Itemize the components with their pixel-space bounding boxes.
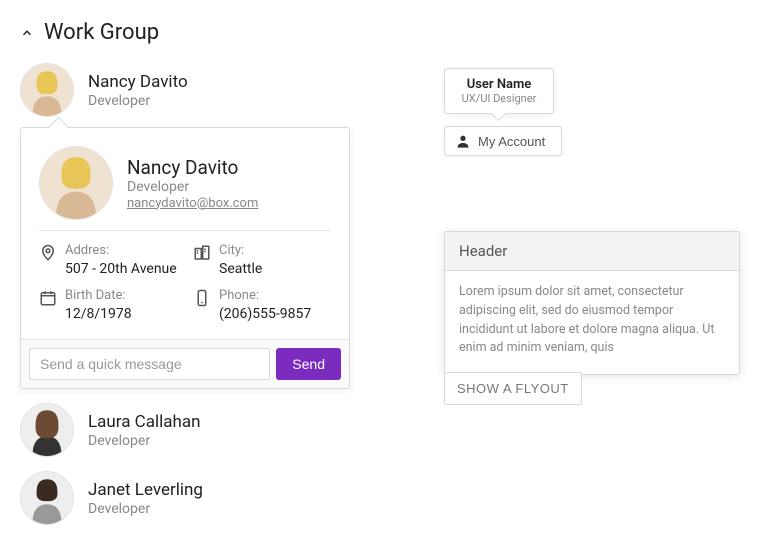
user-name: User Name — [457, 77, 541, 92]
contact-name: Nancy Davito — [88, 71, 188, 93]
show-flyout-button[interactable]: SHOW A FLYOUT — [444, 372, 582, 405]
flyout-popover: Header Lorem ipsum dolor sit amet, conse… — [444, 231, 740, 375]
contact-row[interactable]: Nancy Davito Developer — [20, 63, 350, 117]
contact-role: Developer — [88, 93, 188, 109]
phone-label: Phone: — [219, 288, 311, 305]
contact-row[interactable]: Janet Leverling Developer — [20, 471, 350, 525]
user-icon — [455, 133, 471, 149]
contact-name: Janet Leverling — [88, 479, 203, 501]
user-role: UX/UI Designer — [457, 92, 541, 105]
message-input[interactable] — [29, 348, 270, 380]
phone-value: (206)555-9857 — [219, 305, 311, 323]
flyout-header: Header — [445, 232, 739, 271]
address-label: Addres: — [65, 243, 177, 260]
avatar — [20, 63, 74, 117]
birth-label: Birth Date: — [65, 288, 132, 305]
map-pin-icon — [39, 244, 57, 262]
chevron-up-icon — [20, 26, 34, 40]
flyout-body: Lorem ipsum dolor sit amet, consectetur … — [445, 271, 739, 374]
city-label: City: — [219, 243, 262, 260]
birth-value: 12/8/1978 — [65, 305, 132, 323]
card-name: Nancy Davito — [127, 156, 258, 179]
card-email-link[interactable]: nancydavito@box.com — [127, 196, 258, 211]
contact-name: Laura Callahan — [88, 411, 201, 433]
send-button[interactable]: Send — [276, 348, 341, 380]
calendar-icon — [39, 289, 57, 307]
avatar — [20, 471, 74, 525]
avatar — [39, 146, 113, 220]
city-icon — [193, 244, 211, 262]
contact-role: Developer — [88, 501, 203, 517]
my-account-button[interactable]: My Account — [444, 126, 562, 156]
contact-role: Developer — [88, 433, 201, 449]
card-role: Developer — [127, 179, 258, 195]
contact-row[interactable]: Laura Callahan Developer — [20, 403, 350, 457]
user-popover: User Name UX/UI Designer My Account — [444, 68, 554, 156]
my-account-label: My Account — [478, 134, 545, 149]
phone-icon — [193, 289, 211, 307]
section-title: Work Group — [44, 20, 159, 45]
contact-popover: Nancy Davito Developer nancydavito@box.c… — [20, 127, 350, 389]
section-header[interactable]: Work Group — [20, 20, 350, 45]
city-value: Seattle — [219, 260, 262, 278]
avatar — [20, 403, 74, 457]
address-value: 507 - 20th Avenue — [65, 260, 177, 278]
